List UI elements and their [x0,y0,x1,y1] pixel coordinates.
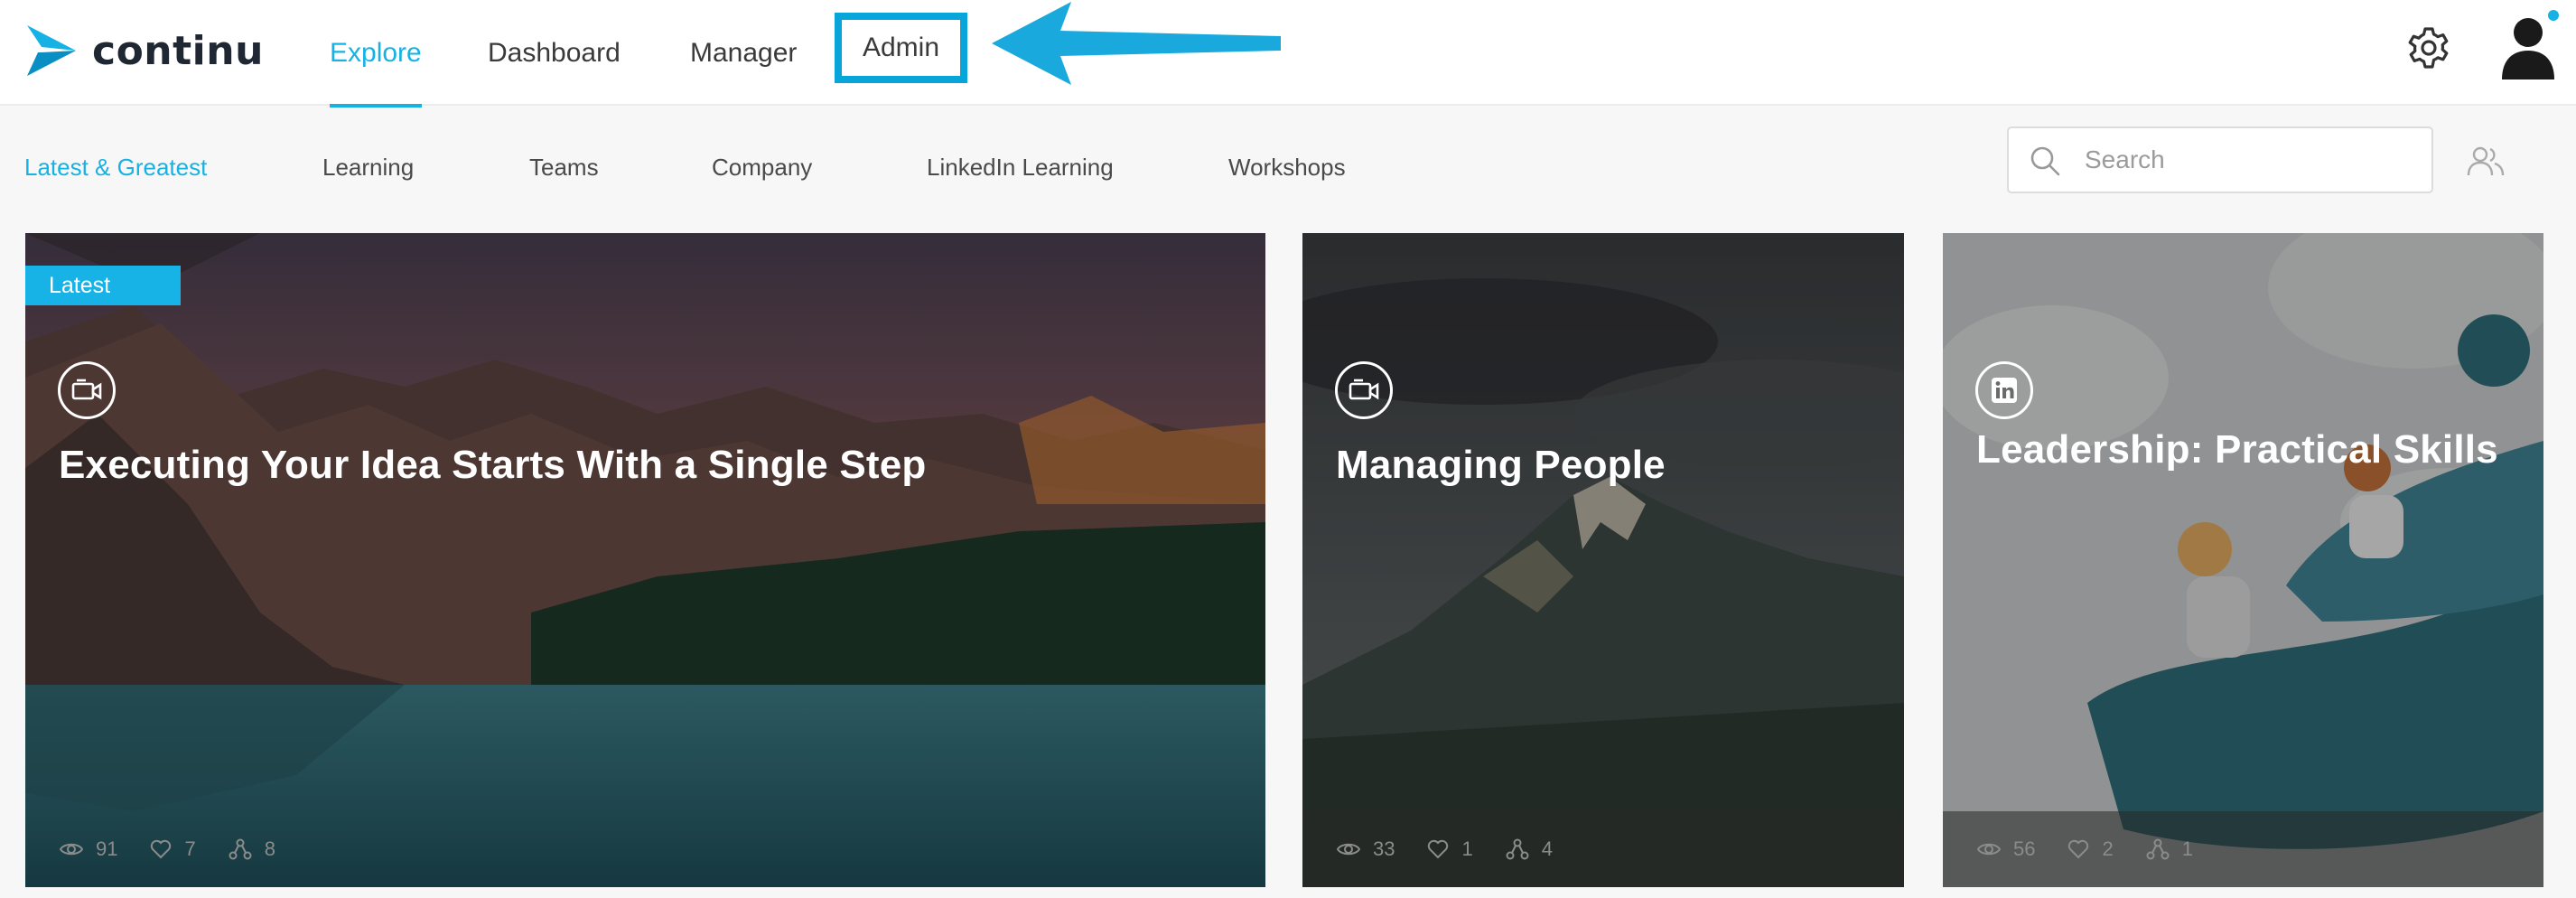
eye-icon [1977,843,2001,856]
share-network-icon [2146,838,2170,860]
nav-dashboard[interactable]: Dashboard [488,0,621,106]
gear-icon[interactable] [2406,25,2451,70]
callout-arrow-icon [992,2,1281,85]
latest-badge: Latest [25,266,181,305]
nav-admin[interactable]: Admin [835,13,967,83]
card-title: Leadership: Practical Skills [1976,427,2498,472]
eye-icon [1337,843,1360,856]
user-avatar-icon[interactable] [2500,13,2556,80]
subnav-learning[interactable]: Learning [322,154,414,182]
subnav-workshops[interactable]: Workshops [1228,154,1346,182]
views-stat: 33 [1337,837,1395,861]
share-network-icon [1506,838,1529,860]
views-stat: 56 [1977,837,2035,861]
views-stat: 91 [60,837,117,861]
card-stats: 33 1 4 [1302,811,1904,887]
logo-text: continu [92,27,264,74]
shares-count: 4 [1541,837,1553,860]
heart-icon [2068,839,2089,859]
views-count: 56 [2013,837,2036,860]
shares-count: 8 [264,837,275,860]
card-overlay [25,233,1265,887]
top-bar: continu Explore Dashboard Manager Admin [0,0,2576,108]
likes-stat: 7 [150,837,196,861]
video-icon [1335,361,1393,419]
linkedin-icon [1975,361,2033,419]
likes-stat: 2 [2067,837,2114,861]
subnav-latest-greatest[interactable]: Latest & Greatest [24,154,207,182]
search-input[interactable] [2085,137,2419,182]
content-card[interactable]: Latest Executing Your Idea Starts With a… [25,233,1265,887]
nav-explore[interactable]: Explore [330,0,422,108]
card-title: Managing People [1336,443,1666,487]
search-icon [2030,146,2060,176]
eye-icon [60,843,83,856]
likes-count: 7 [184,837,196,860]
likes-stat: 1 [1427,837,1473,861]
card-title: Executing Your Idea Starts With a Single… [59,443,927,487]
card-overlay [1302,233,1904,887]
people-icon[interactable] [2466,145,2506,177]
views-count: 33 [1373,837,1395,860]
logo-arrow-icon [27,25,76,76]
share-network-icon [229,838,252,860]
continu-logo[interactable]: continu [25,23,264,78]
shares-count: 1 [2181,837,2193,860]
content-card[interactable]: Managing People 33 1 4 [1302,233,1904,887]
likes-count: 1 [1461,837,1473,860]
shares-stat: 8 [229,837,275,861]
subnav-company[interactable]: Company [712,154,812,182]
nav-manager[interactable]: Manager [690,0,797,106]
card-overlay [1943,233,2543,887]
heart-icon [1428,839,1449,859]
subnav-teams[interactable]: Teams [529,154,599,182]
heart-icon [151,839,172,859]
search-box [2007,126,2433,193]
shares-stat: 4 [1506,837,1553,861]
subnav-linkedin-learning[interactable]: LinkedIn Learning [927,154,1114,182]
card-stats: 56 2 1 [1943,811,2543,887]
notification-dot [2545,7,2562,23]
card-stats: 91 7 8 [25,811,1265,887]
likes-count: 2 [2102,837,2114,860]
views-count: 91 [96,837,118,860]
video-icon [58,361,116,419]
content-card[interactable]: Leadership: Practical Skills 56 2 1 [1943,233,2543,887]
shares-stat: 1 [2146,837,2193,861]
